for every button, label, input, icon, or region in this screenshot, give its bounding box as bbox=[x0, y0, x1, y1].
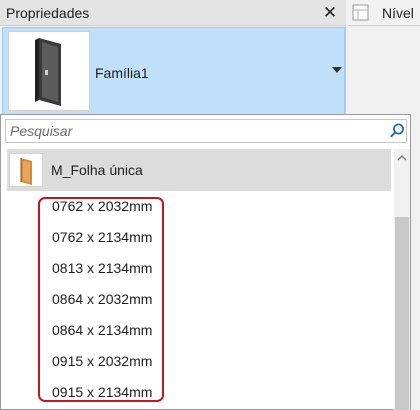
level-view-icon bbox=[352, 4, 369, 21]
type-list: M_Folha única 0762 x 2032mm 0762 x 2134m… bbox=[7, 149, 391, 410]
list-item[interactable]: 0762 x 2134mm bbox=[7, 222, 391, 253]
list-item[interactable]: 0915 x 2134mm bbox=[7, 377, 391, 408]
list-item-label: 0762 x 2032mm bbox=[52, 198, 153, 214]
panel-title: Propriedades bbox=[6, 5, 90, 21]
list-item[interactable]: 0915 x 2032mm bbox=[7, 346, 391, 377]
list-item[interactable]: 0864 x 2134mm bbox=[7, 315, 391, 346]
tab-nivel[interactable]: Nível bbox=[348, 0, 420, 26]
family-group-header[interactable]: M_Folha única bbox=[7, 149, 391, 191]
type-selector[interactable]: Família1 bbox=[2, 27, 345, 115]
family-group-label: M_Folha única bbox=[51, 162, 143, 178]
chevron-up-icon[interactable] bbox=[394, 149, 410, 167]
list-item-label: 0813 x 2134mm bbox=[52, 260, 153, 276]
type-selector-name: Família1 bbox=[95, 65, 149, 81]
tab-label: Nível bbox=[382, 5, 414, 21]
scrollbar-thumb[interactable] bbox=[395, 217, 409, 410]
list-item-label: 0915 x 2032mm bbox=[52, 353, 153, 369]
door-family-icon bbox=[9, 153, 43, 187]
list-item-label: 0864 x 2134mm bbox=[52, 322, 153, 338]
list-item-label: 0762 x 2134mm bbox=[52, 229, 153, 245]
vertical-scrollbar[interactable] bbox=[394, 149, 410, 410]
search-icon[interactable] bbox=[388, 122, 406, 140]
search-box bbox=[5, 119, 407, 143]
door-preview-icon bbox=[8, 31, 90, 111]
chevron-down-icon[interactable] bbox=[332, 67, 342, 73]
list-item[interactable]: 0864 x 2032mm bbox=[7, 284, 391, 315]
type-dropdown: M_Folha única 0762 x 2032mm 0762 x 2134m… bbox=[0, 114, 411, 410]
close-icon[interactable]: ✕ bbox=[320, 3, 340, 23]
list-item-label: 0915 x 2134mm bbox=[52, 384, 153, 400]
properties-titlebar: Propriedades ✕ bbox=[0, 0, 346, 26]
properties-panel: Propriedades ✕ Família1 Pesquisar M_Folh… bbox=[0, 0, 411, 410]
list-item[interactable]: 0813 x 2134mm bbox=[7, 253, 391, 284]
search-input[interactable] bbox=[10, 121, 380, 141]
list-item-label: 0864 x 2032mm bbox=[52, 291, 153, 307]
list-item[interactable]: 0762 x 2032mm bbox=[7, 191, 391, 222]
